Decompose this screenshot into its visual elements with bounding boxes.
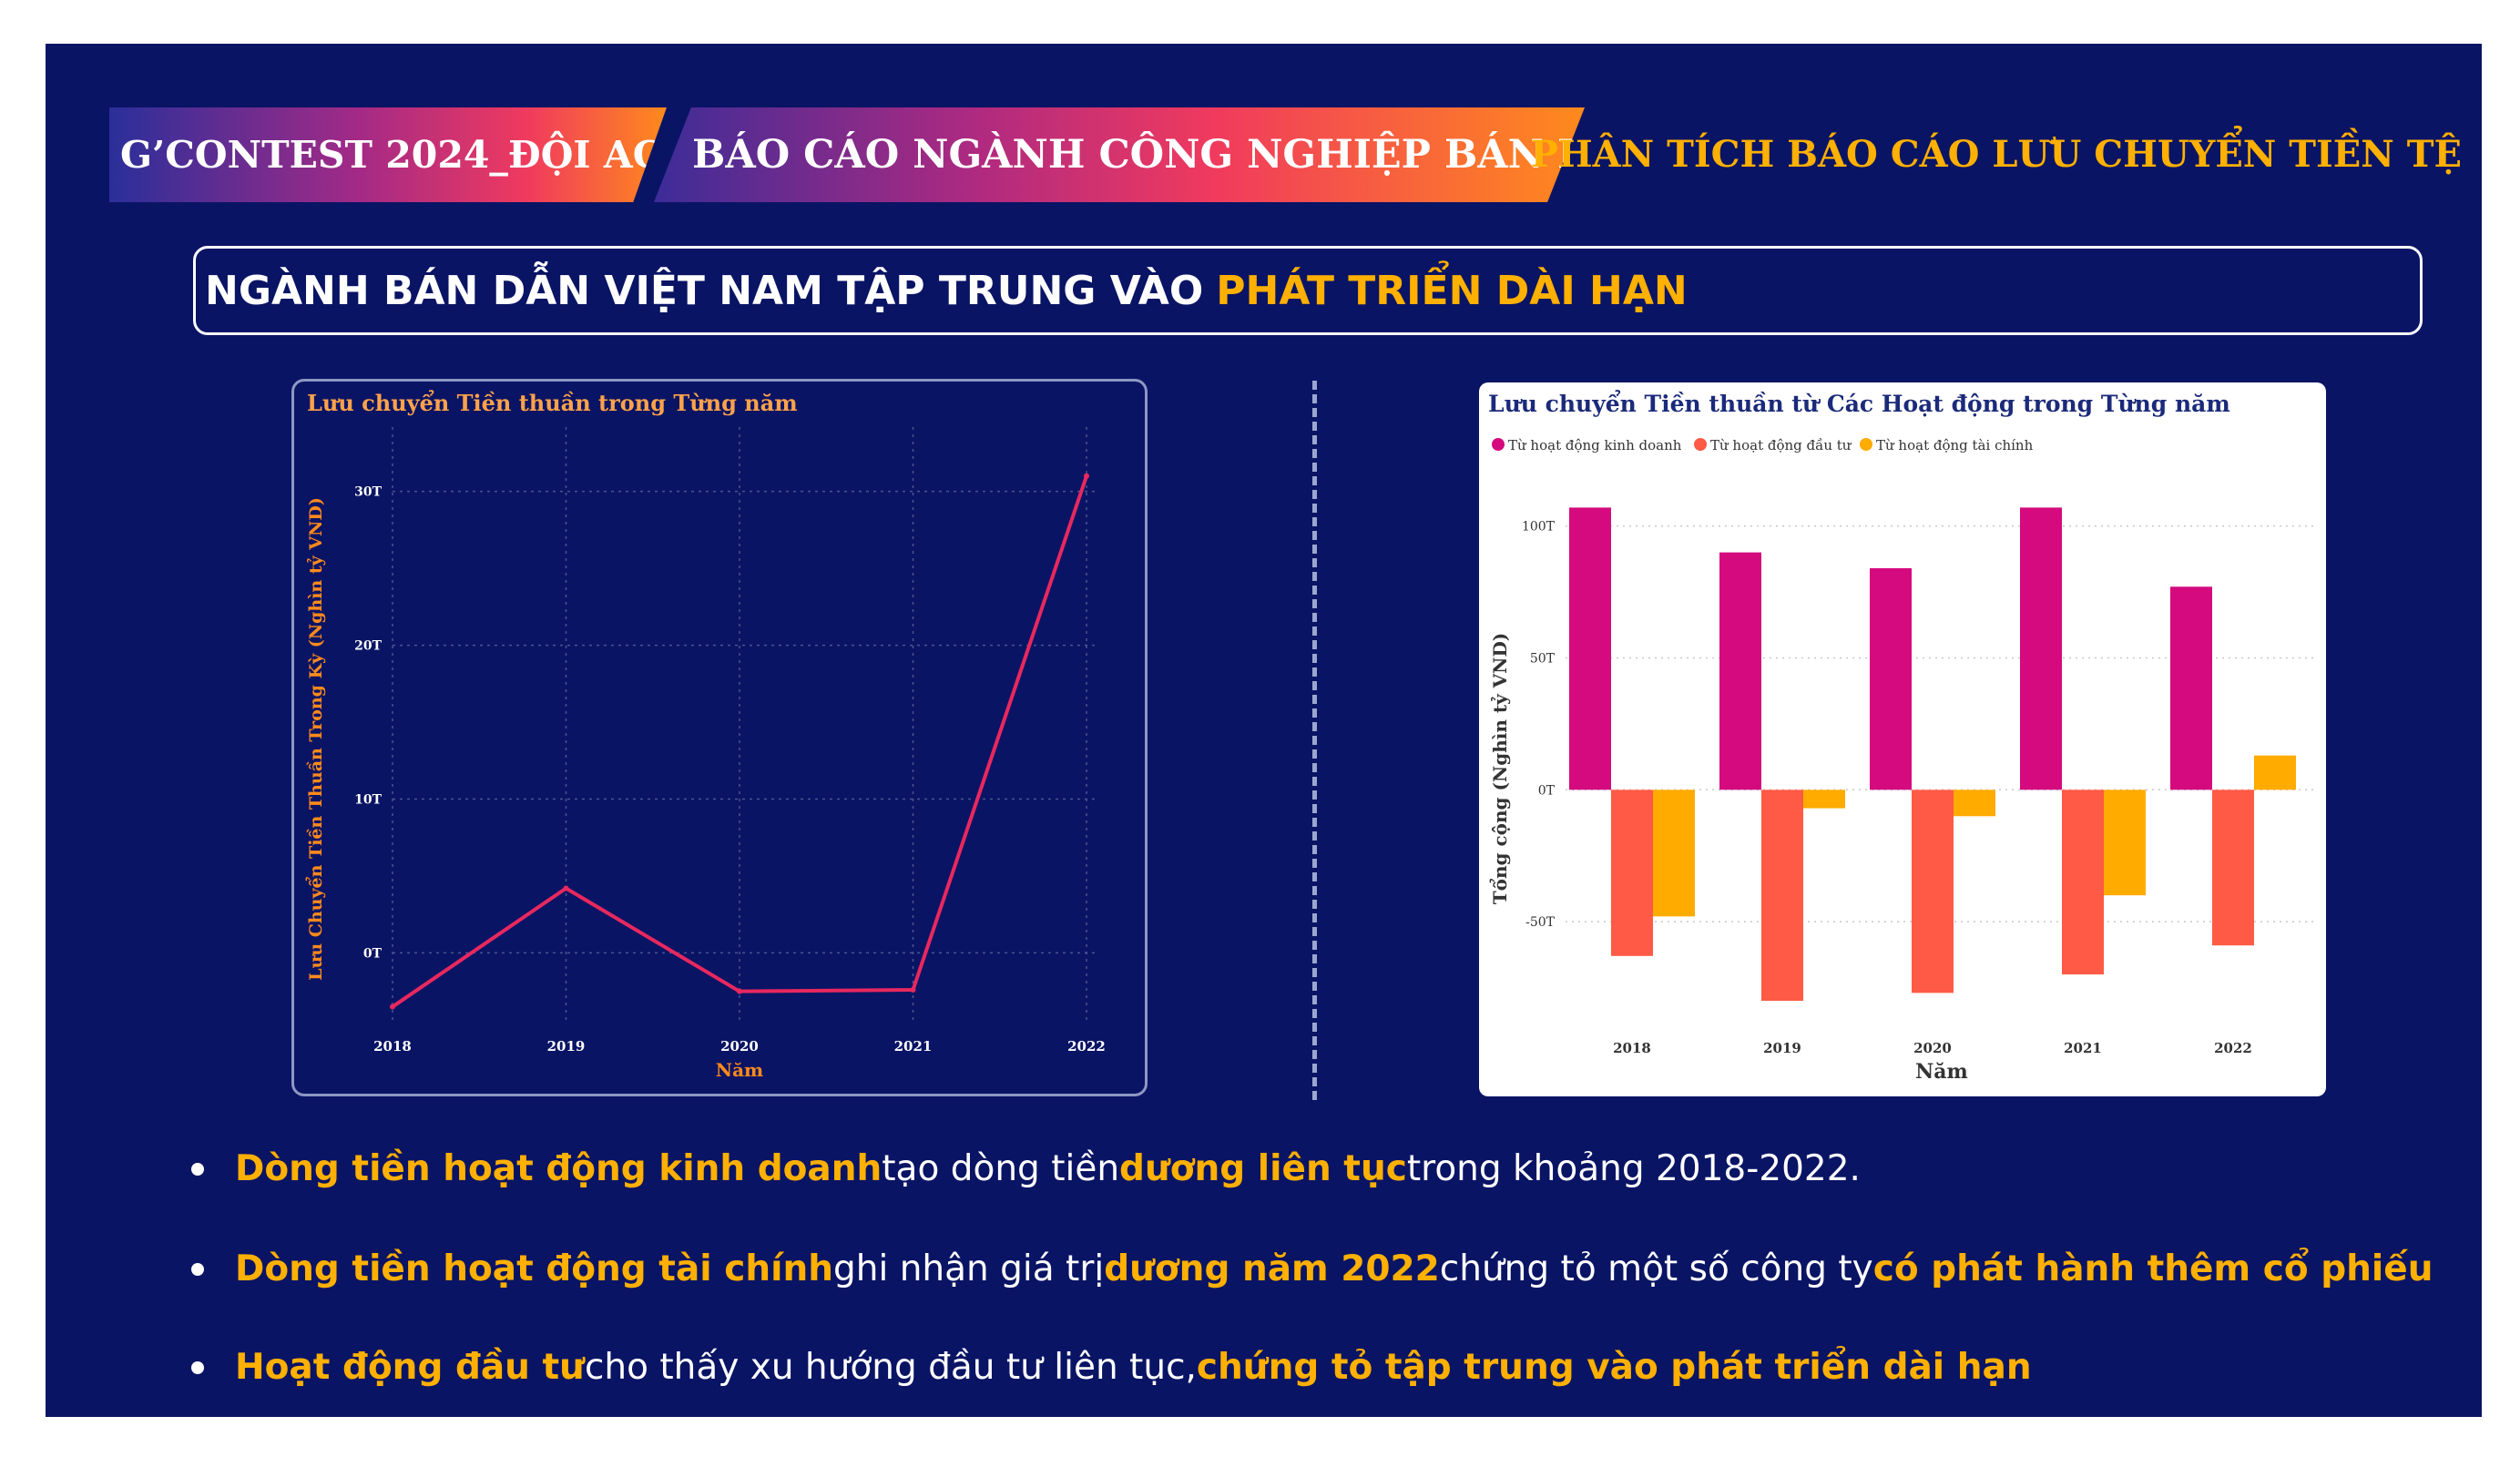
bar-financing [1954,790,1995,817]
line-point [390,1004,395,1010]
line-point [910,986,916,993]
x-tick-label: 2020 [1913,1040,1952,1056]
insight-text: cho thấy xu hướng đầu tư liên tục, [584,1347,1197,1388]
bar-operating [1870,568,1912,790]
slide: G’CONTEST 2024_ĐỘI AC BÁO CÁO NGÀNH CÔNG… [46,44,2482,1417]
bar-investing [1761,790,1803,1002]
bar-operating [1719,552,1761,790]
insight-emphasis: chứng tỏ tập trung vào phát triển dài hạ… [1196,1347,2032,1388]
contest-tag: G’CONTEST 2024_ĐỘI AC [109,107,667,202]
y-tick-label: 0T [363,946,383,961]
report-tag-label: BÁO CÁO NGÀNH CÔNG NGHIỆP BÁN DẪN [692,132,1658,178]
report-tag: BÁO CÁO NGÀNH CÔNG NGHIỆP BÁN DẪN [654,107,1585,202]
insight-emphasis: dương liên tục [1119,1148,1407,1189]
bar-financing [2254,755,2296,790]
x-tick-label: 2018 [373,1038,412,1055]
x-tick-label: 2019 [547,1038,586,1055]
x-tick-label: 2019 [1763,1040,1801,1056]
legend-marker [1694,438,1707,451]
y-tick-label: 50T [1530,651,1556,666]
y-tick-label: 0T [1538,783,1556,798]
x-axis-label: Năm [1915,1060,1968,1084]
x-tick-label: 2022 [2214,1040,2252,1056]
line-chart-title: Lưu chuyển Tiền thuần trong Từng năm [307,390,798,416]
insight-text: tạo dòng tiền [882,1148,1120,1189]
x-tick-label: 2021 [2064,1040,2102,1056]
net-cashflow-line-chart: Lưu chuyển Tiền thuần trong Từng năm 0T 10… [291,379,1148,1096]
bullet-dot [191,1162,204,1176]
insight-emphasis: Hoạt động đầu tư [235,1347,585,1388]
activity-cashflow-bar-chart: Lưu chuyển Tiền thuần từ Các Hoạt động t… [1479,382,2326,1096]
insight-item: Hoạt động đầu tư cho thấy xu hướng đầu t… [191,1347,2032,1388]
legend-label: Từ hoạt động đầu tư [1710,437,1852,453]
insight-emphasis: Dòng tiền hoạt động kinh doanh [235,1148,883,1189]
bar-investing [2212,790,2254,946]
y-axis-label: Lưu Chuyển Tiền Thuần Trong Kỳ (Nghìn tỷ… [304,497,326,981]
line-point [1084,473,1089,479]
contest-tag-label: G’CONTEST 2024_ĐỘI AC [120,133,663,177]
legend-label: Từ hoạt động tài chính [1876,437,2034,453]
insight-text: trong khoảng 2018-2022. [1406,1148,1861,1189]
legend-marker [1860,438,1872,451]
insight-item: Dòng tiền hoạt động kinh doanh tạo dòng … [191,1148,1861,1189]
insight-emphasis: Dòng tiền hoạt động tài chính [235,1248,833,1289]
insight-text: chứng tỏ một số công ty [1439,1248,1873,1289]
bar-chart-svg: Lưu chuyển Tiền thuần từ Các Hoạt động t… [1488,391,2317,1084]
y-tick-label: -50T [1525,915,1556,930]
y-tick-label: 30T [354,485,382,500]
x-tick-label: 2021 [894,1038,933,1055]
bullet-dot [191,1360,204,1374]
x-tick-label: 2020 [720,1038,759,1055]
line-chart-svg: Lưu chuyển Tiền thuần trong Từng năm 0T 10… [304,390,1106,1081]
bar-operating [1569,507,1611,790]
bar-operating [2020,507,2062,790]
line-point [737,988,742,994]
section-title: PHÂN TÍCH BÁO CÁO LƯU CHUYỂN TIỀN TỆ [1530,133,2462,176]
bar-investing [2062,790,2104,975]
bar-financing [1803,790,1845,809]
bar-investing [1611,790,1653,956]
bar-investing [1912,790,1954,993]
legend-marker [1492,438,1505,451]
bar-financing [2104,790,2146,896]
bullet-dot [191,1262,204,1276]
insight-item: Dòng tiền hoạt động tài chính ghi nhận g… [191,1248,2433,1289]
bar-operating [2170,586,2212,790]
insight-emphasis: có phát hành thêm cổ phiếu [1872,1248,2433,1289]
line-point [563,885,569,892]
y-tick-label: 10T [354,793,382,808]
headline-box: NGÀNH BÁN DẪN VIỆT NAM TẬP TRUNG VÀO PHÁ… [193,246,2423,335]
headline-highlight: PHÁT TRIỂN DÀI HẠN [1216,267,1688,314]
bar-chart-title: Lưu chuyển Tiền thuần từ Các Hoạt động t… [1488,391,2230,417]
chart-divider [1312,381,1317,1100]
y-tick-label: 100T [1522,520,1556,535]
y-axis-label: Tổng cộng (Nghìn tỷ VND) [1488,633,1511,905]
bar-financing [1653,790,1695,917]
insight-emphasis: dương năm 2022 [1104,1248,1440,1289]
x-axis-label: Năm [716,1059,763,1081]
insight-text: ghi nhận giá trị [832,1248,1105,1289]
y-tick-label: 20T [354,639,382,654]
x-tick-label: 2022 [1067,1038,1106,1055]
headline-text: NGÀNH BÁN DẪN VIỆT NAM TẬP TRUNG VÀO [205,267,1204,314]
legend-label: Từ hoạt động kinh doanh [1508,437,1682,453]
x-tick-label: 2018 [1613,1040,1651,1056]
